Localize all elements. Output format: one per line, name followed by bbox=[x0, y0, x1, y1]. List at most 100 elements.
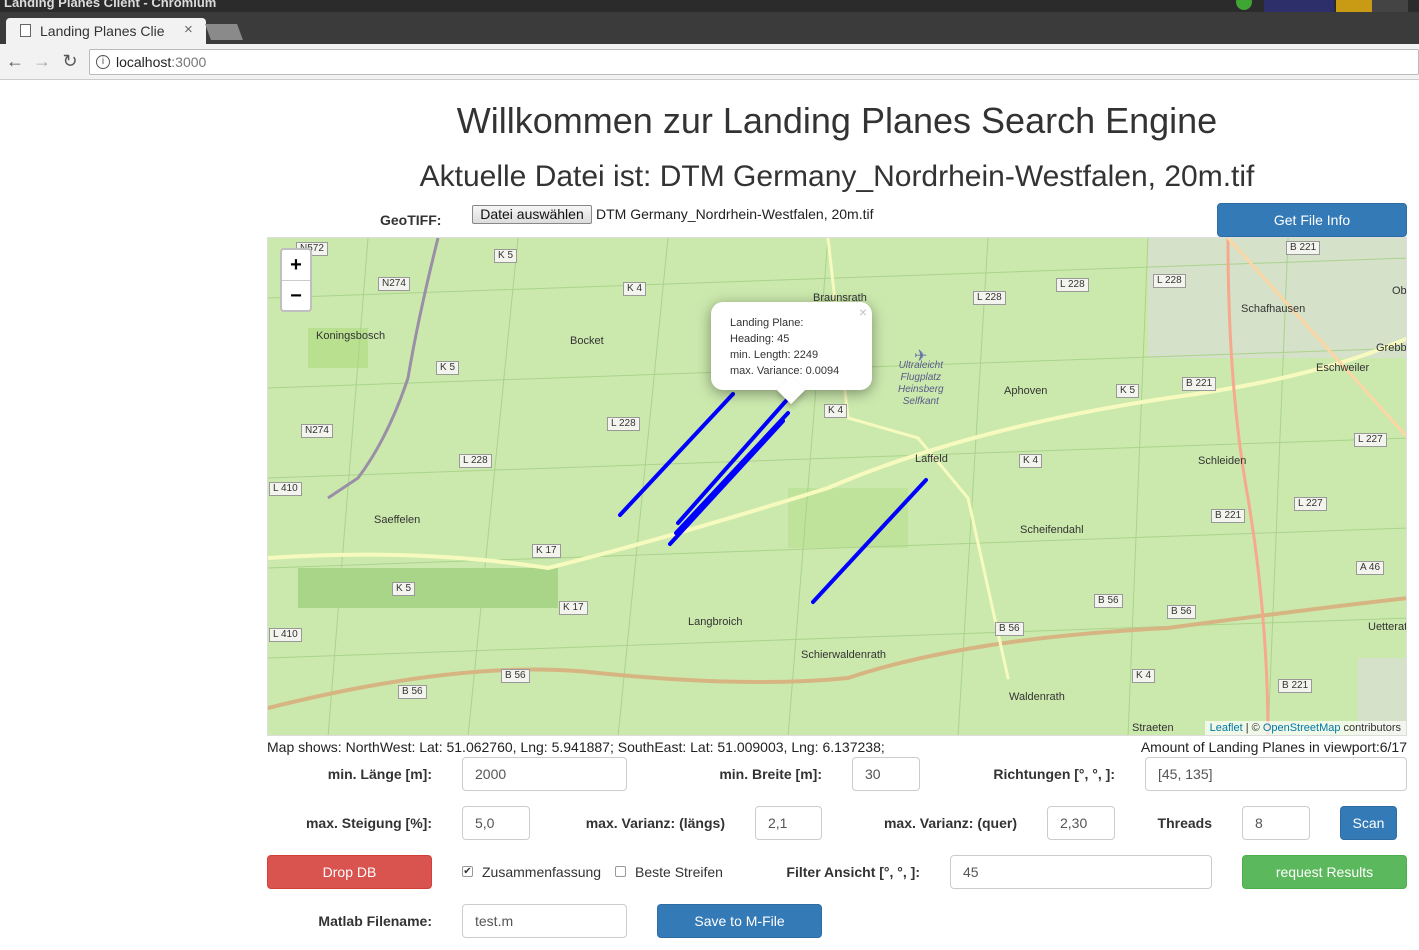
road-label: L 228 bbox=[973, 291, 1006, 305]
get-file-info-button[interactable]: Get File Info bbox=[1217, 203, 1407, 237]
road-label: B 221 bbox=[1278, 679, 1313, 693]
road-label: A 46 bbox=[1356, 561, 1385, 575]
save-mfile-button[interactable]: Save to M-File bbox=[657, 904, 822, 938]
url-text: localhost:3000 bbox=[116, 54, 207, 70]
chosen-file-name: DTM Germany_Nordrhein-Westfalen, 20m.tif bbox=[596, 206, 874, 222]
min-length-input[interactable] bbox=[462, 757, 627, 791]
summary-label: Zusammenfassung bbox=[482, 864, 602, 880]
road-label: L 228 bbox=[1056, 278, 1089, 292]
system-tray-app bbox=[1372, 0, 1408, 12]
road-label: L 410 bbox=[269, 482, 302, 496]
road-label: B 56 bbox=[995, 622, 1024, 636]
document-icon bbox=[20, 24, 31, 37]
threads-label: Threads bbox=[1157, 815, 1212, 831]
shield-icon bbox=[1236, 0, 1252, 10]
current-file-heading: Aktuelle Datei ist: DTM Germany_Nordrhei… bbox=[419, 160, 1255, 193]
landing-planes-count: Amount of Landing Planes in viewport:6/1… bbox=[1140, 739, 1407, 755]
road-label: B 56 bbox=[398, 685, 427, 699]
leaflet-link[interactable]: Leaflet bbox=[1210, 722, 1243, 734]
road-label: B 56 bbox=[501, 669, 530, 683]
choose-file-button[interactable]: Datei auswählen bbox=[472, 205, 592, 224]
map-view[interactable]: Koningsbosch Bocket Saeffelen Langbroich… bbox=[267, 237, 1407, 736]
page-title: Willkommen zur Landing Planes Search Eng… bbox=[456, 100, 1218, 141]
place-label: Langbroich bbox=[688, 616, 743, 628]
max-slope-label: max. Steigung [%]: bbox=[305, 815, 432, 831]
geotiff-label: GeoTIFF: bbox=[380, 212, 442, 228]
filter-view-label: Filter Ansicht [°, °, ]: bbox=[786, 864, 920, 880]
max-variance-longitudinal-input[interactable] bbox=[755, 806, 822, 840]
max-slope-input[interactable] bbox=[462, 806, 530, 840]
zoom-out-button[interactable]: − bbox=[282, 280, 310, 310]
place-label: Koningsbosch bbox=[316, 330, 386, 342]
scan-button[interactable]: Scan bbox=[1340, 806, 1397, 840]
directions-input[interactable] bbox=[1145, 757, 1407, 791]
place-label: Grebbe bbox=[1376, 342, 1407, 354]
min-length-label: min. Länge [m]: bbox=[327, 766, 432, 782]
min-width-input[interactable] bbox=[852, 757, 920, 791]
road-label: L 227 bbox=[1294, 497, 1327, 511]
road-label: L 228 bbox=[459, 454, 492, 468]
place-label: Waldenrath bbox=[1009, 691, 1065, 703]
reload-icon[interactable]: ↻ bbox=[60, 51, 80, 71]
system-tray-app bbox=[1336, 0, 1372, 12]
road-label: K 17 bbox=[532, 544, 561, 558]
window-titlebar: Landing Planes Client - Chromium bbox=[0, 0, 1419, 12]
directions-label: Richtungen [°, °, ]: bbox=[993, 766, 1115, 782]
road-label: K 4 bbox=[824, 404, 848, 418]
road-label: L 227 bbox=[1354, 433, 1387, 447]
summary-checkbox[interactable]: ✔ bbox=[462, 866, 473, 877]
address-bar[interactable]: i localhost:3000 bbox=[89, 49, 1419, 75]
window-title: Landing Planes Client - Chromium bbox=[4, 0, 217, 10]
max-variance-transverse-label: max. Varianz: (quer) bbox=[883, 815, 1017, 831]
road-label: L 228 bbox=[607, 417, 640, 431]
road-label: L 410 bbox=[269, 628, 302, 642]
place-label: Schleiden bbox=[1198, 455, 1247, 467]
tab-title: Landing Planes Clie bbox=[40, 23, 165, 39]
map-attribution: Leaflet | © OpenStreetMap contributors bbox=[1204, 721, 1406, 735]
zoom-control: + − bbox=[280, 248, 312, 312]
info-icon[interactable]: i bbox=[96, 55, 110, 69]
close-tab-icon[interactable]: × bbox=[184, 21, 193, 38]
forward-icon[interactable]: → bbox=[32, 51, 52, 71]
place-label: Scheifendahl bbox=[1020, 524, 1084, 536]
request-results-button[interactable]: request Results bbox=[1242, 855, 1407, 889]
close-icon[interactable]: × bbox=[859, 304, 867, 320]
back-icon[interactable]: ← bbox=[5, 51, 25, 71]
viewport-bounds: Map shows: NorthWest: Lat: 51.062760, Ln… bbox=[267, 739, 885, 755]
place-label: Straeten bbox=[1132, 722, 1174, 734]
road-label: N274 bbox=[301, 424, 333, 438]
road-label: K 4 bbox=[1019, 454, 1043, 468]
max-variance-transverse-input[interactable] bbox=[1047, 806, 1115, 840]
popup-heading: Heading: 45 bbox=[730, 333, 790, 345]
road-label: L 228 bbox=[1153, 274, 1186, 288]
road-label: K 5 bbox=[436, 361, 460, 375]
road-label: B 56 bbox=[1167, 605, 1196, 619]
place-label: Schierwaldenrath bbox=[801, 649, 886, 661]
browser-tab[interactable]: Landing Planes Clie × bbox=[6, 18, 206, 44]
road-label: N274 bbox=[378, 277, 410, 291]
place-label: Ob bbox=[1392, 285, 1407, 297]
road-label: B 56 bbox=[1094, 594, 1123, 608]
matlab-filename-input[interactable] bbox=[462, 904, 627, 938]
max-variance-longitudinal-label: max. Varianz: (längs) bbox=[585, 815, 725, 831]
threads-input[interactable] bbox=[1242, 806, 1310, 840]
new-tab-button[interactable] bbox=[205, 24, 243, 40]
road-label: B 221 bbox=[1182, 377, 1217, 391]
aerodrome-label: Ultraleicht Flugplatz Heinsberg Selfkant bbox=[898, 360, 944, 407]
place-label: Uetterat bbox=[1368, 621, 1407, 633]
zoom-in-button[interactable]: + bbox=[282, 250, 310, 280]
road-label: B 221 bbox=[1286, 241, 1321, 255]
road-label: K 4 bbox=[1132, 669, 1156, 683]
osm-link[interactable]: OpenStreetMap bbox=[1263, 722, 1341, 734]
min-width-label: min. Breite [m]: bbox=[719, 766, 822, 782]
drop-db-button[interactable]: Drop DB bbox=[267, 855, 432, 889]
tab-strip: Landing Planes Clie × bbox=[0, 12, 1419, 44]
best-strips-checkbox[interactable] bbox=[615, 866, 626, 877]
matlab-filename-label: Matlab Filename: bbox=[318, 913, 432, 929]
place-label: Eschweiler bbox=[1316, 362, 1370, 374]
place-label: Schafhausen bbox=[1241, 303, 1306, 315]
road-label: K 5 bbox=[1116, 384, 1140, 398]
filter-view-input[interactable] bbox=[950, 855, 1212, 889]
landing-plane-popup: × Landing Plane: Heading: 45 min. Length… bbox=[711, 302, 872, 405]
place-label: Laffeld bbox=[915, 453, 948, 465]
